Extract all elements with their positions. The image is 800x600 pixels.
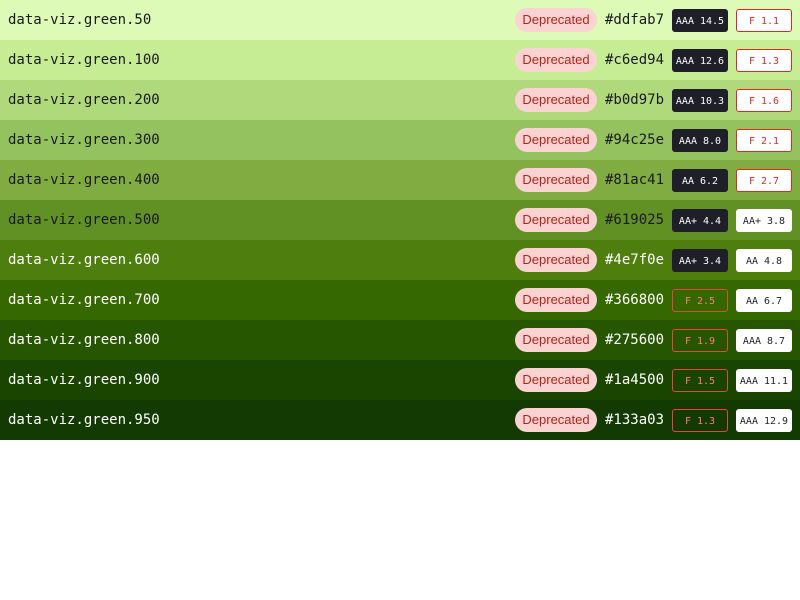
token-name: data-viz.green.600 xyxy=(8,252,160,268)
token-name: data-viz.green.800 xyxy=(8,332,160,348)
token-name: data-viz.green.100 xyxy=(8,52,160,68)
contrast-on-light-chip: AAA 11.1 xyxy=(736,369,792,392)
contrast-on-dark-chip: F 1.9 xyxy=(672,329,728,352)
contrast-on-dark-chip: AA 6.2 xyxy=(672,169,728,192)
color-swatch-row: data-viz.green.300 Deprecated #94c25e AAA 8… xyxy=(0,120,800,160)
contrast-on-light-chip: F 1.1 xyxy=(736,9,792,32)
deprecated-badge: Deprecated xyxy=(515,48,597,72)
contrast-on-dark-chip: AAA 14.5 xyxy=(672,9,728,32)
color-swatch-row: data-viz.green.900 Deprecated #1a4500 F 1.5… xyxy=(0,360,800,400)
hex-value: #1a4500 xyxy=(605,372,665,388)
deprecated-badge: Deprecated xyxy=(515,408,597,432)
token-name: data-viz.green.50 xyxy=(8,12,152,28)
deprecated-badge: Deprecated xyxy=(515,208,597,232)
contrast-on-light-chip: AAA 12.9 xyxy=(736,409,792,432)
contrast-on-dark-chip: AAA 12.6 xyxy=(672,49,728,72)
contrast-on-dark-chip: F 1.5 xyxy=(672,369,728,392)
contrast-on-light-chip: AA 6.7 xyxy=(736,289,792,312)
contrast-on-light-chip: F 1.6 xyxy=(736,89,792,112)
token-name: data-viz.green.500 xyxy=(8,212,160,228)
contrast-on-dark-chip: AAA 8.0 xyxy=(672,129,728,152)
hex-value: #ddfab7 xyxy=(605,12,665,28)
hex-value: #94c25e xyxy=(605,132,665,148)
deprecated-badge: Deprecated xyxy=(515,128,597,152)
hex-value: #4e7f0e xyxy=(605,252,665,268)
color-swatch-list: data-viz.green.50 Deprecated #ddfab7 AAA 14… xyxy=(0,0,800,440)
color-swatch-row: data-viz.green.800 Deprecated #275600 F 1.9… xyxy=(0,320,800,360)
contrast-on-light-chip: F 2.7 xyxy=(736,169,792,192)
deprecated-badge: Deprecated xyxy=(515,368,597,392)
contrast-on-dark-chip: F 2.5 xyxy=(672,289,728,312)
contrast-on-light-chip: AA+ 3.8 xyxy=(736,209,792,232)
deprecated-badge: Deprecated xyxy=(515,88,597,112)
hex-value: #81ac41 xyxy=(605,172,665,188)
token-name: data-viz.green.300 xyxy=(8,132,160,148)
color-swatch-row: data-viz.green.950 Deprecated #133a03 F 1.3… xyxy=(0,400,800,440)
hex-value: #275600 xyxy=(605,332,665,348)
hex-value: #133a03 xyxy=(605,412,665,428)
contrast-on-light-chip: AA 4.8 xyxy=(736,249,792,272)
contrast-on-dark-chip: AA+ 4.4 xyxy=(672,209,728,232)
hex-value: #619025 xyxy=(605,212,665,228)
deprecated-badge: Deprecated xyxy=(515,168,597,192)
token-name: data-viz.green.200 xyxy=(8,92,160,108)
hex-value: #b0d97b xyxy=(605,92,665,108)
token-name: data-viz.green.400 xyxy=(8,172,160,188)
color-swatch-row: data-viz.green.700 Deprecated #366800 F 2.5… xyxy=(0,280,800,320)
token-name: data-viz.green.950 xyxy=(8,412,160,428)
hex-value: #366800 xyxy=(605,292,665,308)
color-swatch-row: data-viz.green.600 Deprecated #4e7f0e AA+ 3… xyxy=(0,240,800,280)
token-name: data-viz.green.700 xyxy=(8,292,160,308)
color-swatch-row: data-viz.green.200 Deprecated #b0d97b AAA 1… xyxy=(0,80,800,120)
deprecated-badge: Deprecated xyxy=(515,8,597,32)
contrast-on-light-chip: F 2.1 xyxy=(736,129,792,152)
contrast-on-dark-chip: F 1.3 xyxy=(672,409,728,432)
hex-value: #c6ed94 xyxy=(605,52,665,68)
color-swatch-row: data-viz.green.400 Deprecated #81ac41 AA 6.… xyxy=(0,160,800,200)
deprecated-badge: Deprecated xyxy=(515,248,597,272)
deprecated-badge: Deprecated xyxy=(515,288,597,312)
contrast-on-light-chip: AAA 8.7 xyxy=(736,329,792,352)
color-swatch-row: data-viz.green.500 Deprecated #619025 AA+ 4… xyxy=(0,200,800,240)
deprecated-badge: Deprecated xyxy=(515,328,597,352)
token-name: data-viz.green.900 xyxy=(8,372,160,388)
contrast-on-dark-chip: AAA 10.3 xyxy=(672,89,728,112)
contrast-on-light-chip: F 1.3 xyxy=(736,49,792,72)
color-swatch-row: data-viz.green.50 Deprecated #ddfab7 AAA 14… xyxy=(0,0,800,40)
color-swatch-row: data-viz.green.100 Deprecated #c6ed94 AAA 1… xyxy=(0,40,800,80)
contrast-on-dark-chip: AA+ 3.4 xyxy=(672,249,728,272)
